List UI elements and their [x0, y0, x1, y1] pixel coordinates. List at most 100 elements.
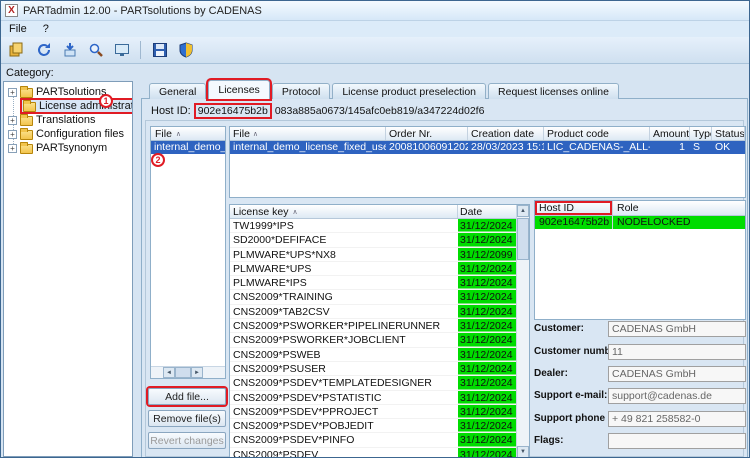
license-key-row[interactable]: SD2000*DEFIFACE 31/12/2024 [230, 233, 516, 248]
file-list-item-selected[interactable]: internal_demo_ [151, 141, 225, 154]
license-key-row[interactable]: TW1999*IPS 31/12/2024 [230, 219, 516, 234]
vscroll-thumb[interactable] [517, 218, 529, 260]
save-button[interactable] [148, 39, 171, 62]
license-key-cell: CNS2009*PSDEV*POBJEDIT [233, 420, 374, 433]
file-column-label: File [155, 127, 172, 140]
cell-product-code: LIC_CADENAS-_ALL-SW-WI-1S [547, 141, 650, 153]
license-key-table: License key Date TW1999*IPS 31/12/2024 S… [229, 204, 530, 458]
column-product-code[interactable]: Product code [544, 127, 650, 140]
license-key-row[interactable]: PLMWARE*IPS 31/12/2024 [230, 276, 516, 291]
host-role-row[interactable]: 902e16475b2b NODELOCKED [535, 216, 745, 229]
license-key-cell: PLMWARE*UPS [233, 262, 312, 275]
scroll-down-icon[interactable] [517, 446, 529, 457]
license-key-row[interactable]: CNS2009*PSWORKER*PIPELINERUNNER 31/12/20… [230, 319, 516, 334]
license-key-cell: CNS2009*TRAINING [233, 291, 333, 304]
license-key-cell: PLMWARE*IPS [233, 277, 307, 290]
host-id-label: Host ID: [151, 104, 191, 117]
sidebar-item-partsynonym[interactable]: PARTsynonym [4, 141, 132, 155]
tab-protocol[interactable]: Protocol [271, 83, 331, 99]
support-email-field[interactable]: support@cadenas.de [608, 388, 746, 404]
annotation-box-license-administration: License administration [20, 98, 132, 114]
customer-number-field[interactable]: 11 [608, 344, 746, 360]
customer-field[interactable]: CADENAS GmbH [608, 321, 746, 337]
flags-field[interactable] [608, 433, 746, 449]
license-key-row[interactable]: PLMWARE*UPS*NX8 31/12/2099 [230, 247, 516, 262]
support-email-label: Support e-mail: [534, 390, 608, 401]
scroll-up-icon[interactable] [517, 205, 529, 217]
title-bar[interactable]: X PARTadmin 12.00 - PARTsolutions by CAD… [1, 1, 749, 21]
license-key-row[interactable]: CNS2009*PSWEB 31/12/2024 [230, 347, 516, 362]
tab-request-licenses-online[interactable]: Request licenses online [488, 83, 619, 99]
menu-file[interactable]: File [9, 23, 27, 35]
license-key-row[interactable]: CNS2009*PSDEV*PINFO 31/12/2024 [230, 433, 516, 448]
license-key-row[interactable]: CNS2009*PSDEV*TEMPLATEDESIGNER 31/12/202… [230, 376, 516, 391]
column-amount[interactable]: Amount [650, 127, 690, 140]
open-button[interactable] [6, 39, 29, 62]
license-key-vscrollbar[interactable] [516, 205, 529, 457]
tab-bar: General Licenses Protocol License produc… [149, 80, 619, 99]
search-button[interactable] [84, 39, 107, 62]
menu-bar: File ? [1, 21, 749, 37]
search-icon [89, 43, 103, 57]
license-file-row[interactable]: internal_demo_license_fixed_users.cnsldb… [230, 141, 745, 154]
tab-license-product-preselection[interactable]: License product preselection [332, 83, 487, 99]
column-license-key[interactable]: License key [230, 205, 458, 218]
refresh-button[interactable] [32, 39, 55, 62]
partadmin-window: X PARTadmin 12.00 - PARTsolutions by CAD… [0, 0, 750, 458]
support-phone-field[interactable]: + 49 821 258582-0 [608, 411, 746, 427]
sort-asc-icon [253, 130, 258, 138]
license-date-cell: 31/12/2024 [458, 233, 516, 247]
license-key-row[interactable]: CNS2009*TAB2CSV 31/12/2024 [230, 304, 516, 320]
folder-icon [20, 114, 33, 126]
hscroll-thumb[interactable] [175, 367, 191, 378]
license-key-row[interactable]: CNS2009*PSDEV*POBJEDIT 31/12/2024 [230, 419, 516, 434]
column-file[interactable]: File [230, 127, 386, 140]
host-id-value: 902e16475b2b [193, 102, 272, 119]
license-key-cell: PLMWARE*UPS*NX8 [233, 248, 336, 261]
expand-icon[interactable] [8, 115, 17, 125]
cell-status: OK [715, 141, 731, 153]
window-button[interactable] [110, 39, 133, 62]
protection-button[interactable] [174, 39, 197, 62]
tab-general[interactable]: General [149, 83, 207, 99]
column-order-nr[interactable]: Order Nr. [386, 127, 468, 140]
license-key-row[interactable]: CNS2009*PSWORKER*JOBCLIENT 31/12/2024 [230, 333, 516, 348]
license-key-row[interactable]: PLMWARE*UPS 31/12/2024 [230, 261, 516, 277]
remove-files-button[interactable]: Remove file(s) [148, 410, 226, 427]
file-list-header[interactable]: File [151, 127, 225, 141]
license-date-cell: 31/12/2024 [458, 304, 516, 319]
license-key-row[interactable]: CNS2009*PSDEV*PPROJECT 31/12/2024 [230, 404, 516, 420]
sidebar-item-configuration-files[interactable]: Configuration files [4, 127, 132, 141]
license-key-row[interactable]: CNS2009*PSDEV 31/12/2024 [230, 447, 516, 458]
sidebar-item-partsolutions[interactable]: PARTsolutions [4, 85, 132, 99]
license-key-cell: CNS2009*PSDEV*PINFO [233, 434, 355, 447]
expand-icon[interactable] [8, 143, 17, 153]
column-type[interactable]: Type [690, 127, 712, 140]
license-key-row[interactable]: CNS2009*TRAINING 31/12/2024 [230, 290, 516, 305]
license-key-cell: CNS2009*PSDEV [233, 448, 319, 458]
sidebar-item-translations[interactable]: Translations [4, 113, 132, 127]
license-key-row[interactable]: CNS2009*PSUSER 31/12/2024 [230, 361, 516, 377]
column-role[interactable]: Role [613, 201, 745, 215]
scroll-right-icon[interactable] [191, 367, 203, 378]
license-key-row[interactable]: CNS2009*PSDEV*PSTATISTIC 31/12/2024 [230, 390, 516, 405]
add-file-button[interactable]: Add file... [148, 388, 226, 405]
file-list-hscrollbar[interactable] [151, 366, 225, 378]
column-host-id[interactable]: Host ID [535, 201, 613, 215]
revert-changes-button[interactable]: Revert changes [148, 432, 226, 449]
scroll-left-icon[interactable] [163, 367, 175, 378]
import-button[interactable] [58, 39, 81, 62]
column-creation-date[interactable]: Creation date [468, 127, 544, 140]
column-date[interactable]: Date [458, 205, 516, 218]
dealer-field[interactable]: CADENAS GmbH [608, 366, 746, 382]
category-label: Category: [6, 67, 54, 79]
license-date-cell: 31/12/2024 [458, 261, 516, 276]
tab-licenses[interactable]: Licenses [208, 80, 270, 99]
license-key-rows: TW1999*IPS 31/12/2024 SD2000*DEFIFACE 31… [230, 219, 516, 458]
license-date-cell: 31/12/2024 [458, 276, 516, 290]
column-status[interactable]: Status [712, 127, 745, 140]
expand-icon[interactable] [8, 129, 17, 139]
menu-help[interactable]: ? [43, 23, 49, 35]
expand-icon[interactable] [8, 87, 17, 97]
folder-icon [20, 128, 33, 140]
